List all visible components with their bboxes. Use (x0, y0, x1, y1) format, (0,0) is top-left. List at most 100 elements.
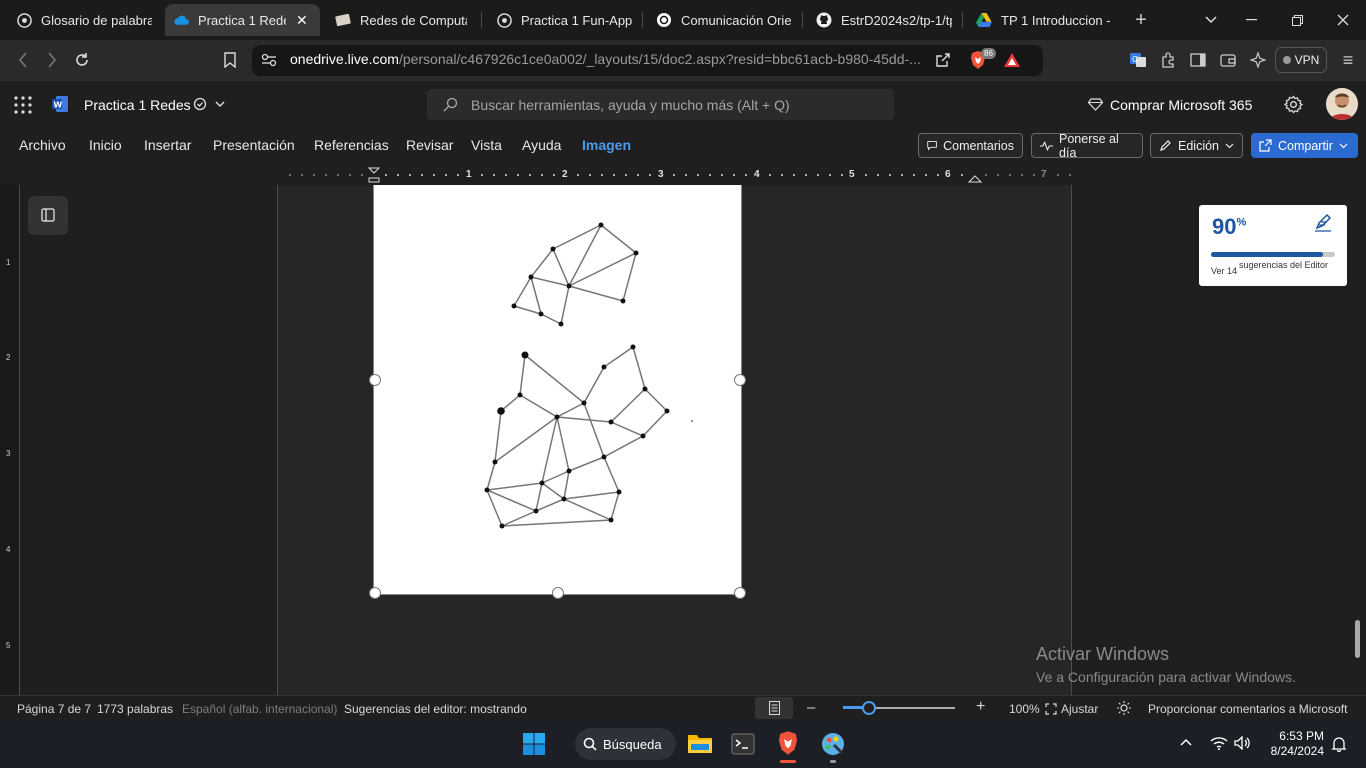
file-explorer-icon[interactable] (687, 732, 713, 754)
taskbar-search-label: Búsqueda (603, 736, 662, 752)
chevron-up-icon[interactable] (1180, 738, 1192, 746)
back-button[interactable] (8, 45, 38, 75)
share-page-icon[interactable] (928, 45, 958, 75)
document-title[interactable]: Practica 1 Redes (84, 97, 191, 113)
resize-handle-bottom-right[interactable] (734, 587, 746, 599)
tab-practica-redes[interactable]: Practica 1 Redes ✕ (165, 4, 320, 36)
tab-tp1-introduccion[interactable]: TP 1 Introduccion - G (968, 4, 1120, 36)
translate-icon[interactable]: G (1123, 45, 1153, 75)
search-icon (583, 737, 597, 751)
tab-comunicacion[interactable]: Comunicación Orient (648, 4, 800, 36)
tab-presentacion[interactable]: Presentación (213, 137, 295, 153)
sidebar-toggle-icon[interactable] (1183, 45, 1213, 75)
zoom-level[interactable]: 100% (1009, 702, 1040, 716)
ruler-number: 7 (1041, 169, 1047, 180)
wifi-icon[interactable] (1210, 736, 1228, 750)
fit-button[interactable]: Ajustar (1061, 702, 1098, 716)
tab-label: Redes de Computado (360, 12, 467, 28)
tab-referencias[interactable]: Referencias (314, 137, 389, 153)
restore-button[interactable] (1274, 0, 1320, 40)
system-clock[interactable]: 6:53 PM 8/24/2024 (1262, 729, 1324, 759)
zoom-in-button[interactable]: + (976, 698, 985, 716)
tab-label: TP 1 Introduccion - G (1001, 12, 1112, 28)
new-tab-button[interactable]: + (1126, 5, 1156, 35)
reload-button[interactable] (67, 45, 97, 75)
app-launcher-icon[interactable] (13, 95, 33, 115)
forward-button[interactable] (37, 45, 67, 75)
selected-image[interactable] (373, 185, 742, 595)
share-button[interactable]: Compartir (1251, 133, 1358, 158)
page-count[interactable]: Página 7 de 7 (17, 702, 91, 716)
resize-handle-right[interactable] (734, 374, 746, 386)
tab-label: Practica 1 Fun-Apps (521, 12, 632, 28)
tab-github-estr[interactable]: EstrD2024s2/tp-1/tp (808, 4, 960, 36)
taskbar-search[interactable]: Búsqueda (575, 728, 676, 760)
minimize-button[interactable] (1228, 0, 1274, 40)
zoom-out-button[interactable]: – (807, 699, 815, 716)
horizontal-ruler (0, 165, 1366, 185)
extensions-icon[interactable] (1153, 45, 1183, 75)
print-layout-view-button[interactable] (755, 697, 793, 719)
site-settings-icon[interactable] (254, 45, 284, 75)
catch-up-button[interactable]: Ponerse al día (1031, 131, 1143, 160)
resize-handle-left[interactable] (369, 374, 381, 386)
tab-inicio[interactable]: Inicio (89, 137, 122, 153)
browser-menu-icon[interactable]: ≡ (1333, 45, 1363, 75)
avatar[interactable] (1326, 88, 1358, 120)
diamond-icon (1088, 98, 1103, 111)
tab-insertar[interactable]: Insertar (144, 137, 191, 153)
tab-glosario[interactable]: Glosario de palabras (8, 4, 160, 36)
paint-app-icon[interactable] (821, 732, 845, 756)
wallet-icon[interactable] (1213, 45, 1243, 75)
comments-label: Comentarios (943, 138, 1014, 153)
tab-label: EstrD2024s2/tp-1/tp (841, 12, 952, 28)
editing-label: Edición (1178, 138, 1219, 153)
brave-browser-taskbar-icon[interactable] (776, 730, 800, 756)
brave-rewards-icon[interactable] (997, 45, 1027, 75)
vpn-label: VPN (1294, 53, 1320, 67)
tab-imagen[interactable]: Imagen (582, 137, 631, 153)
word-count[interactable]: 1773 palabras (97, 702, 173, 716)
close-tab-icon[interactable]: ✕ (296, 12, 308, 29)
tab-label: Practica 1 Redes (198, 12, 286, 28)
navigation-pane-button[interactable] (28, 196, 68, 235)
vertical-scrollbar-thumb[interactable] (1355, 620, 1360, 658)
notifications-bell-icon[interactable] (1331, 736, 1347, 752)
editing-mode-button[interactable]: Edición (1150, 133, 1243, 158)
url-host: onedrive.live.com (290, 51, 399, 67)
leo-ai-icon[interactable] (1243, 45, 1273, 75)
tab-label: Comunicación Orient (681, 12, 792, 28)
zoom-slider-thumb[interactable] (862, 701, 876, 715)
windows-taskbar (0, 720, 1366, 768)
language-indicator[interactable]: Español (alfab. internacional) (182, 702, 337, 716)
windows-start-icon[interactable] (522, 732, 546, 756)
tab-archivo[interactable]: Archivo (19, 137, 66, 153)
editor-suggestions-label: sugerencias del Editor (1239, 260, 1329, 270)
buy-microsoft365-link[interactable]: Comprar Microsoft 365 (1110, 97, 1252, 113)
chatgpt-icon (656, 12, 672, 28)
pulse-icon (1040, 140, 1054, 151)
ruler-number: 5 (849, 169, 855, 180)
tab-revisar[interactable]: Revisar (406, 137, 453, 153)
word-logo-icon[interactable]: W (51, 95, 69, 113)
gear-icon[interactable] (1284, 95, 1303, 114)
close-window-button[interactable] (1320, 0, 1366, 40)
tab-ayuda[interactable]: Ayuda (522, 137, 561, 153)
tab-fun-apps[interactable]: Practica 1 Fun-Apps (488, 4, 640, 36)
cloud-saved-icon[interactable] (192, 96, 226, 112)
resize-handle-bottom[interactable] (552, 587, 564, 599)
vpn-button[interactable]: VPN (1275, 47, 1327, 73)
bookmark-icon[interactable] (215, 45, 245, 75)
tab-redes-computadoras[interactable]: Redes de Computado (327, 4, 475, 36)
terminal-icon[interactable] (731, 733, 755, 755)
volume-icon[interactable] (1234, 736, 1252, 750)
tab-vista[interactable]: Vista (471, 137, 502, 153)
ruler-number: 4 (754, 169, 760, 180)
editor-suggestions-status[interactable]: Sugerencias del editor: mostrando (344, 702, 527, 716)
catch-up-label: Ponerse al día (1059, 131, 1119, 160)
editor-score-bar (1211, 252, 1335, 257)
active-app-indicator (780, 760, 796, 763)
comments-button[interactable]: Comentarios (918, 133, 1023, 158)
resize-handle-bottom-left[interactable] (369, 587, 381, 599)
feedback-link[interactable]: Proporcionar comentarios a Microsoft (1148, 702, 1347, 716)
